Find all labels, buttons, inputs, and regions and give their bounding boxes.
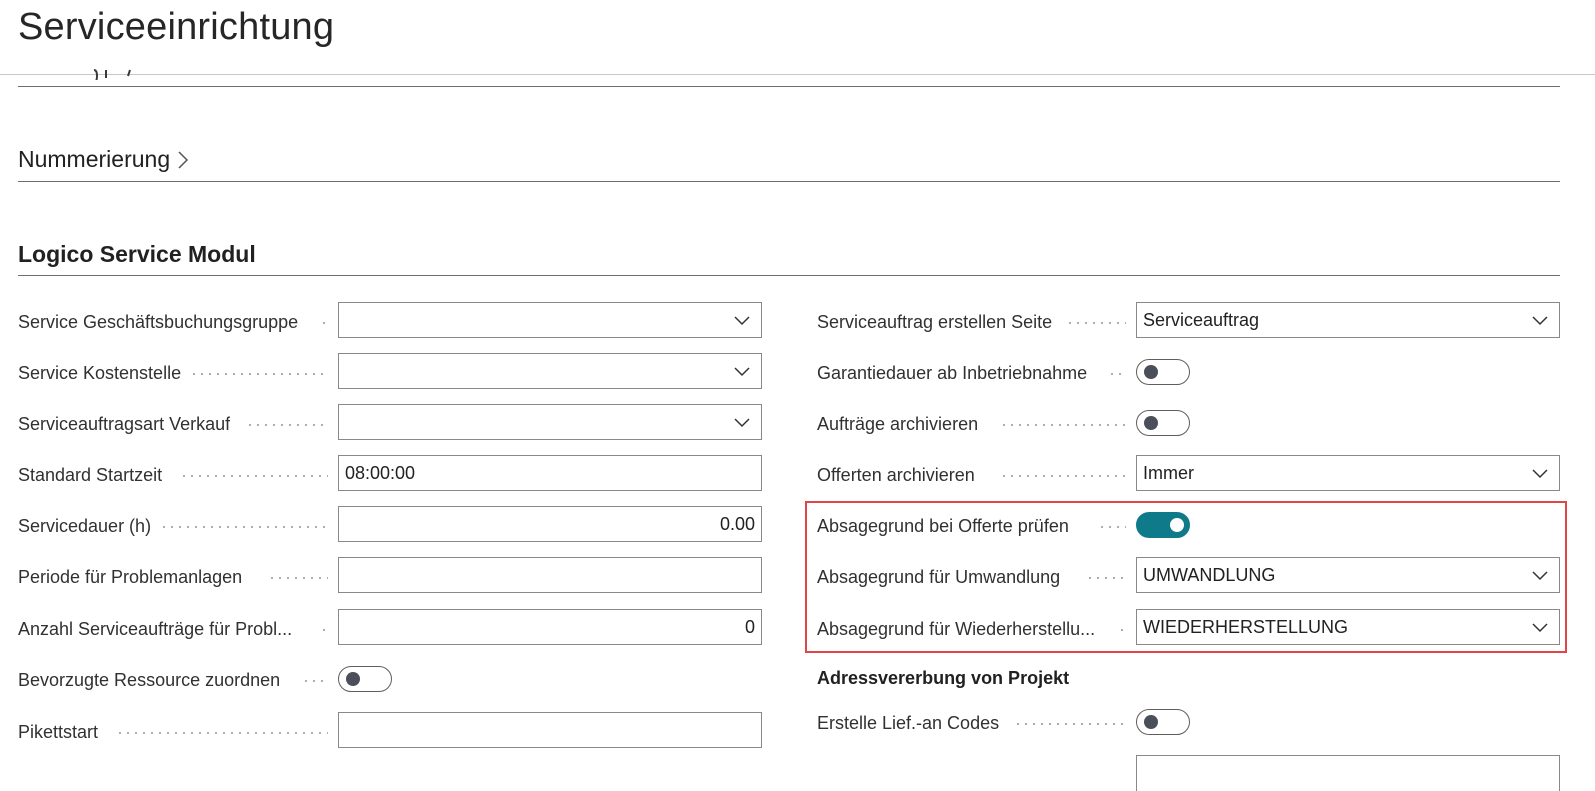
chevron-right-icon bbox=[178, 150, 189, 169]
absagegrund-wiederherstellung-select[interactable]: WIEDERHERSTELLUNG bbox=[1136, 609, 1560, 645]
label-leader-dots bbox=[320, 322, 328, 324]
chevron-down-icon[interactable] bbox=[733, 313, 751, 327]
field-label-service-geschaeftsbuchungsgruppe: Service Geschäftsbuchungsgruppe bbox=[18, 312, 299, 332]
chevron-down-icon[interactable] bbox=[1531, 568, 1549, 582]
section-header-logico[interactable]: Logico Service Modul bbox=[18, 241, 256, 268]
chevron-down-icon[interactable] bbox=[1531, 466, 1549, 480]
field-label-garantiedauer: Garantiedauer ab Inbetriebnahme bbox=[817, 363, 1088, 383]
scrolled-section-remnant bbox=[18, 46, 418, 80]
servicedauer-input[interactable]: 0.00 bbox=[338, 506, 762, 542]
field-label-absagegrund-umwandlung: Absagegrund für Umwandlung bbox=[817, 567, 1061, 587]
input-value: 08:00:00 bbox=[345, 462, 416, 483]
anzahl-serviceauftraege-input[interactable]: 0 bbox=[338, 609, 762, 645]
label-leader-dots bbox=[1086, 577, 1126, 579]
field-label-absagegrund-offerte-pruefen: Absagegrund bei Offerte prüfen bbox=[817, 516, 1069, 536]
toggle-knob bbox=[1170, 518, 1184, 532]
label-leader-dots bbox=[1066, 322, 1126, 324]
label-leader-dots bbox=[1014, 723, 1126, 725]
select-value: Immer bbox=[1143, 462, 1194, 483]
label-leader-dots bbox=[246, 424, 328, 426]
section-header-nummerierung[interactable]: Nummerierung bbox=[18, 146, 190, 173]
field-label-auftraege-archivieren: Aufträge archivieren bbox=[817, 414, 979, 434]
previous-section-divider bbox=[18, 86, 1560, 87]
clipped-text-glyphs bbox=[93, 69, 131, 80]
label-leader-dots bbox=[320, 629, 328, 631]
label-leader-dots bbox=[302, 680, 328, 682]
toggle-knob bbox=[1144, 365, 1158, 379]
field-label-service-kostenstelle: Service Kostenstelle bbox=[18, 363, 182, 383]
label-leader-dots bbox=[1098, 526, 1126, 528]
pikettstart-input[interactable] bbox=[338, 712, 762, 748]
absagegrund-offerte-pruefen-toggle[interactable] bbox=[1136, 512, 1190, 538]
page-title: Serviceeinrichtung bbox=[18, 6, 335, 48]
section-title-logico: Logico Service Modul bbox=[18, 241, 256, 267]
label-leader-dots bbox=[1108, 373, 1126, 375]
field-label-standard-startzeit: Standard Startzeit bbox=[18, 465, 163, 485]
logico-divider bbox=[18, 275, 1560, 276]
label-leader-dots bbox=[268, 577, 328, 579]
standard-startzeit-input[interactable]: 08:00:00 bbox=[338, 455, 762, 491]
auftraege-archivieren-toggle[interactable] bbox=[1136, 410, 1190, 436]
section-title-nummerierung: Nummerierung bbox=[18, 146, 171, 172]
input-value: 0 bbox=[744, 616, 755, 637]
erstelle-lief-an-codes-toggle[interactable] bbox=[1136, 709, 1190, 735]
absagegrund-umwandlung-select[interactable]: UMWANDLUNG bbox=[1136, 557, 1560, 593]
field-label-pikettstart: Pikettstart bbox=[18, 722, 99, 742]
toggle-knob bbox=[1144, 715, 1158, 729]
bevorzugte-ressource-toggle[interactable] bbox=[338, 666, 392, 692]
field-label-serviceauftrag-erstellen-seite: Serviceauftrag erstellen Seite bbox=[817, 312, 1053, 332]
garantiedauer-toggle[interactable] bbox=[1136, 359, 1190, 385]
nummerierung-divider bbox=[18, 181, 1560, 182]
chevron-down-icon[interactable] bbox=[733, 364, 751, 378]
offerten-archivieren-select[interactable]: Immer bbox=[1136, 455, 1560, 491]
serviceauftrag-erstellen-seite-select[interactable]: Serviceauftrag bbox=[1136, 302, 1560, 338]
chevron-down-icon[interactable] bbox=[1531, 313, 1549, 327]
chevron-down-icon[interactable] bbox=[1531, 620, 1549, 634]
input-value: 0.00 bbox=[719, 513, 755, 534]
group-heading-adressvererbung: Adressvererbung von Projekt bbox=[817, 668, 1070, 688]
select-value: WIEDERHERSTELLUNG bbox=[1143, 616, 1349, 637]
label-leader-dots bbox=[1118, 629, 1126, 631]
toggle-knob bbox=[1144, 416, 1158, 430]
field-label-periode-problemanlagen: Periode für Problemanlagen bbox=[18, 567, 243, 587]
select-value: Serviceauftrag bbox=[1143, 309, 1260, 330]
label-leader-dots bbox=[180, 475, 328, 477]
label-leader-dots bbox=[160, 526, 328, 528]
label-leader-dots bbox=[190, 373, 328, 375]
field-label-anzahl-serviceauftraege: Anzahl Serviceaufträge für Probl... bbox=[18, 619, 293, 639]
field-label-bevorzugte-ressource: Bevorzugte Ressource zuordnen bbox=[18, 670, 281, 690]
chevron-down-icon[interactable] bbox=[733, 415, 751, 429]
toggle-knob bbox=[346, 672, 360, 686]
field-label-serviceauftragsart-verkauf: Serviceauftragsart Verkauf bbox=[18, 414, 231, 434]
next-field-input-partial[interactable] bbox=[1136, 755, 1560, 791]
service-geschaeftsbuchungsgruppe-select[interactable] bbox=[338, 302, 762, 338]
field-label-erstelle-lief-an-codes: Erstelle Lief.-an Codes bbox=[817, 713, 1000, 733]
label-leader-dots bbox=[1000, 424, 1126, 426]
field-label-absagegrund-wiederherstellung: Absagegrund für Wiederherstellu... bbox=[817, 619, 1096, 639]
label-leader-dots bbox=[116, 732, 328, 734]
label-leader-dots bbox=[1000, 475, 1126, 477]
field-label-servicedauer: Servicedauer (h) bbox=[18, 516, 152, 536]
field-label-offerten-archivieren: Offerten archivieren bbox=[817, 465, 975, 485]
service-kostenstelle-select[interactable] bbox=[338, 353, 762, 389]
select-value: UMWANDLUNG bbox=[1143, 564, 1276, 585]
periode-problemanlagen-input[interactable] bbox=[338, 557, 762, 593]
serviceauftragsart-verkauf-select[interactable] bbox=[338, 404, 762, 440]
